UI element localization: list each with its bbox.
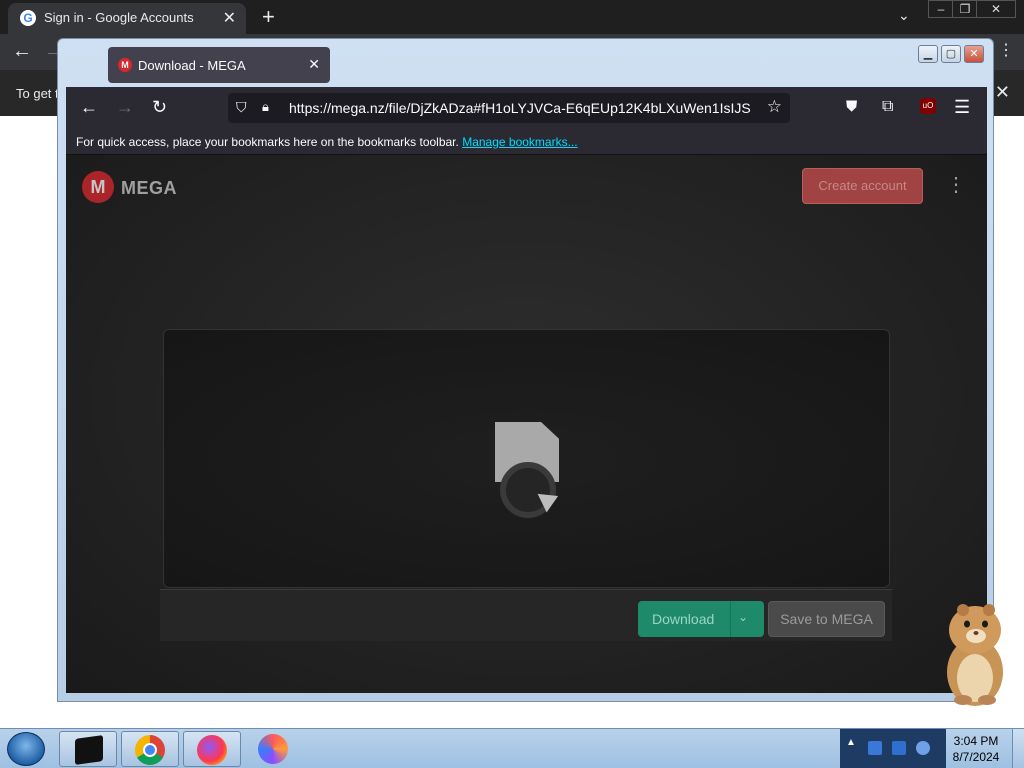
chrome-tab-google-accounts[interactable]: G Sign in - Google Accounts ✕	[8, 3, 246, 34]
firefox-maximize-button[interactable]: ▢	[941, 45, 961, 63]
mega-logo-text: MEGA	[121, 178, 177, 198]
taskbar: ▲ 3:04 PM 8/7/2024	[0, 728, 1024, 768]
bookmark-star-icon[interactable]: ☆	[767, 97, 782, 117]
bookmarks-message-text: For quick access, place your bookmarks h…	[76, 135, 459, 149]
chrome-minimize-button[interactable]: –	[928, 0, 954, 18]
bookmarks-toolbar: For quick access, place your bookmarks h…	[66, 129, 987, 155]
file-preview-panel	[163, 329, 890, 588]
chrome-tab-search-icon[interactable]: ⌄	[898, 7, 910, 24]
url-text[interactable]: https://mega.nz/file/DjZkADza#fH1oLYJVCa…	[289, 100, 751, 116]
pinned-app-icon	[258, 734, 288, 764]
firefox-close-button[interactable]: ✕	[964, 45, 984, 63]
chrome-tabstrip: G Sign in - Google Accounts ✕ + ⌄ – ❐ ✕	[0, 0, 1024, 34]
back-arrow-icon[interactable]: ←	[80, 97, 98, 117]
manage-bookmarks-link[interactable]: Manage bookmarks...	[462, 135, 577, 149]
taskbar-app-pinned[interactable]	[245, 731, 303, 767]
extensions-icon[interactable]: ⧉	[882, 97, 893, 117]
chrome-close-button[interactable]: ✕	[976, 0, 1016, 18]
chrome-back-icon[interactable]: ←	[12, 40, 32, 63]
google-icon: G	[20, 10, 36, 26]
clock-time: 3:04 PM	[953, 734, 999, 748]
file-loading-icon	[495, 422, 559, 518]
firefox-tab-close-icon[interactable]: ✕	[308, 56, 320, 73]
bookmarks-message: For quick access, place your bookmarks h…	[76, 135, 578, 149]
create-account-button[interactable]: Create account	[802, 168, 923, 204]
volume-icon[interactable]	[916, 741, 930, 755]
chrome-tab-title: Sign in - Google Accounts	[44, 10, 194, 25]
clock-date: 8/7/2024	[952, 750, 1000, 764]
reload-icon[interactable]: ↻	[152, 97, 167, 117]
mega-page: M MEGA Create account ⋮ Download ⌄ Save …	[66, 155, 987, 693]
show-desktop-button[interactable]	[1012, 729, 1024, 768]
start-button[interactable]	[7, 732, 45, 766]
ublock-origin-icon[interactable]: uO	[920, 98, 936, 114]
chrome-restore-button[interactable]: ❐	[952, 0, 978, 18]
firefox-minimize-button[interactable]: ▁	[918, 45, 938, 63]
chrome-infobar-text: To get t	[16, 86, 59, 101]
shield-icon[interactable]: ⛉	[236, 99, 247, 116]
download-button-divider	[730, 601, 731, 637]
taskbar-chrome[interactable]	[121, 731, 179, 767]
chrome-icon	[135, 735, 165, 765]
tray-app-icon[interactable]	[868, 741, 882, 755]
firefox-icon	[197, 735, 227, 765]
app-window-icon	[75, 735, 103, 765]
pocket-icon[interactable]: ⛊	[846, 97, 857, 117]
mega-logo-mark: M	[82, 171, 114, 203]
url-bar[interactable]: ⛉ 🔒︎ https://mega.nz/file/DjZkADza#fH1oL…	[228, 93, 790, 123]
lock-icon[interactable]: 🔒︎	[262, 99, 269, 115]
chrome-menu-icon[interactable]: ⋮	[998, 40, 1014, 60]
clock[interactable]: 3:04 PM 8/7/2024	[946, 733, 1006, 765]
taskbar-app-window[interactable]	[59, 731, 117, 767]
hamburger-menu-icon[interactable]: ☰	[954, 97, 970, 117]
chrome-tab-close-icon[interactable]: ✕	[223, 8, 236, 28]
system-tray: ▲	[840, 729, 946, 768]
mega-favicon-icon: M	[118, 58, 132, 72]
firefox-tab-title: Download - MEGA	[138, 58, 246, 73]
chevron-down-icon[interactable]: ⌄	[738, 610, 748, 624]
forward-arrow-icon[interactable]: →	[116, 97, 134, 117]
chrome-infobar-close-icon[interactable]: ✕	[995, 82, 1010, 103]
download-button[interactable]: Download ⌄	[638, 601, 764, 637]
firefox-navbar: ← → ↻ ⛉ 🔒︎ https://mega.nz/file/DjZkADza…	[66, 87, 987, 129]
network-icon[interactable]	[892, 741, 906, 755]
chrome-new-tab-button[interactable]: +	[262, 4, 275, 30]
hamster-sticker	[947, 604, 1003, 706]
more-options-icon[interactable]: ⋮	[946, 171, 966, 199]
taskbar-firefox[interactable]	[183, 731, 241, 767]
tray-expand-icon[interactable]: ▲	[846, 737, 856, 748]
firefox-content: ← → ↻ ⛉ 🔒︎ https://mega.nz/file/DjZkADza…	[66, 87, 987, 693]
save-to-mega-button[interactable]: Save to MEGA	[768, 601, 885, 637]
download-button-label: Download	[652, 611, 715, 627]
firefox-tab-mega[interactable]: M Download - MEGA ✕	[108, 47, 330, 83]
download-action-bar: Download ⌄ Save to MEGA	[160, 589, 892, 641]
